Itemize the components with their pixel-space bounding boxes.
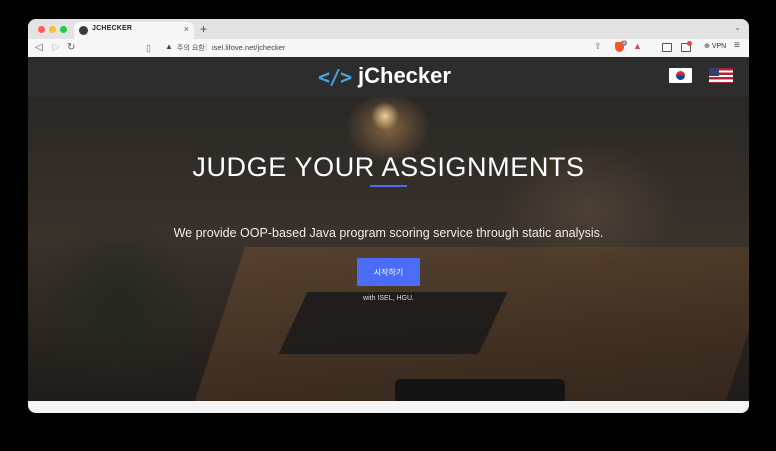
hero-title: JUDGE YOUR ASSIGNMENTS: [192, 152, 585, 182]
vpn-button[interactable]: ⊕ VPN: [704, 42, 726, 50]
menu-icon[interactable]: ≡: [734, 40, 740, 51]
web-page: JUDGE YOUR ASSIGNMENTS We provide OOP-ba…: [28, 57, 749, 413]
back-arrow-icon[interactable]: ◁: [35, 41, 43, 55]
hero-subtitle: We provide OOP-based Java program scorin…: [173, 226, 604, 240]
share-icon[interactable]: ⇪: [594, 41, 602, 52]
rewards-icon[interactable]: ▲: [633, 41, 642, 51]
tab-close-icon[interactable]: ×: [184, 24, 189, 34]
korean-flag-icon[interactable]: [669, 68, 692, 83]
wallet-notification-dot: [687, 41, 692, 46]
new-tab-button[interactable]: +: [200, 22, 207, 36]
sidebar-icon[interactable]: [662, 43, 672, 52]
address-bar[interactable]: ▲ 주의 요함 | isel.lifove.net/jchecker: [162, 41, 602, 55]
reload-icon[interactable]: ↻: [67, 41, 75, 55]
tab-list-chevron-icon[interactable]: ⌄: [734, 23, 741, 32]
warning-icon[interactable]: ▲: [165, 42, 173, 51]
tab-jchecker[interactable]: JCHECKER ×: [74, 22, 194, 39]
taegeuk-icon: [676, 71, 685, 80]
browser-window: JCHECKER × + ⌄ ◁ ▷ ↻ ▯ ▲ 주의 요함 | isel.li…: [28, 19, 749, 413]
us-canton: [709, 68, 719, 76]
url-divider: |: [205, 42, 208, 51]
favicon-icon: [79, 26, 88, 35]
credit-text: with ISEL, HGU.: [363, 295, 414, 302]
maximize-window-button[interactable]: [60, 26, 67, 33]
forward-arrow-icon[interactable]: ▷: [52, 41, 60, 55]
start-button[interactable]: 시작하기: [357, 258, 420, 286]
vpn-label: VPN: [711, 43, 727, 50]
url-text[interactable]: isel.lifove.net/jchecker: [212, 43, 285, 52]
minimize-window-button[interactable]: [49, 26, 56, 33]
background-lamp: [371, 102, 399, 130]
site-logo[interactable]: jChecker: [358, 63, 451, 89]
hero-section: JUDGE YOUR ASSIGNMENTS We provide OOP-ba…: [28, 97, 749, 413]
security-warning-label[interactable]: 주의 요함: [177, 43, 205, 53]
tab-title: JCHECKER: [92, 25, 133, 32]
site-navbar: </> jChecker: [28, 57, 749, 97]
page-bottom-strip: [28, 401, 749, 413]
bookmark-icon[interactable]: ▯: [146, 41, 151, 55]
title-underline: [370, 185, 407, 187]
shields-count-badge: 1: [621, 40, 627, 46]
tab-bar: JCHECKER × + ⌄: [28, 19, 749, 39]
us-flag-icon[interactable]: [709, 68, 733, 83]
code-brackets-icon[interactable]: </>: [318, 65, 352, 89]
close-window-button[interactable]: [38, 26, 45, 33]
